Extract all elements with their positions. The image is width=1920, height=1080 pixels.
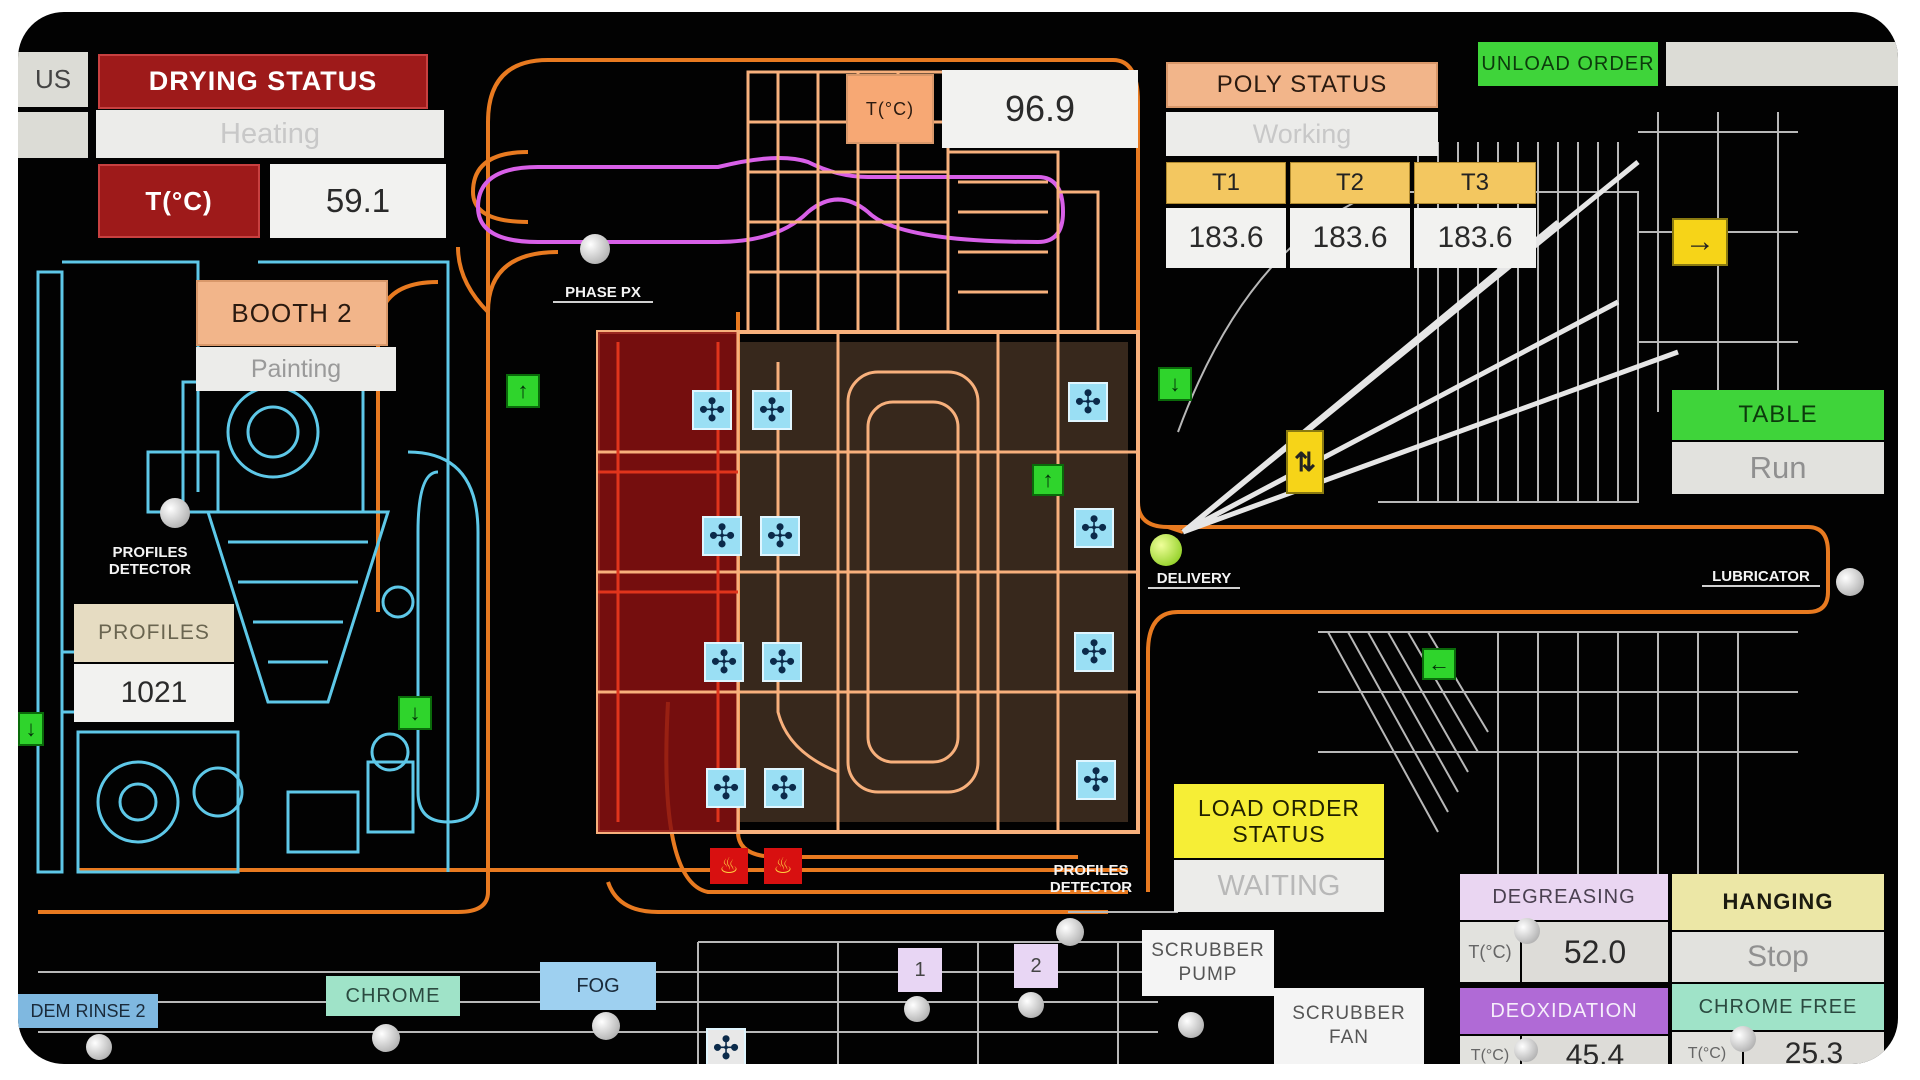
scrubber-pump-sensor[interactable] (1178, 1012, 1204, 1038)
chrome-label: CHROME (326, 976, 460, 1016)
flame-icon: ♨ (764, 848, 802, 884)
profiles-count: 1021 (74, 664, 234, 722)
poly-t3-value: 183.6 (1414, 208, 1536, 268)
load-order-value: WAITING (1174, 860, 1384, 912)
fog-sensor[interactable] (592, 1012, 620, 1040)
fan-icon[interactable]: ✣ (692, 390, 732, 430)
deoxidation-sensor[interactable] (1514, 1038, 1538, 1062)
fan-icon[interactable]: ✣ (1074, 508, 1114, 548)
poly-t1-label: T1 (1166, 162, 1286, 204)
arrow-right-icon[interactable]: → (1672, 218, 1728, 266)
deoxidation-header: DEOXIDATION (1460, 988, 1668, 1034)
delivery-sensor[interactable] (1150, 534, 1182, 566)
dem-rinse-label: DEM RINSE 2 (18, 994, 158, 1028)
unload-order-button[interactable]: UNLOAD ORDER (1478, 42, 1658, 86)
fan-icon[interactable]: ✣ (1074, 632, 1114, 672)
oven-structure (596, 70, 1140, 834)
oven-temp-value: 96.9 (942, 70, 1138, 148)
scrubber-fan-label: SCRUBBER FAN (1274, 988, 1424, 1064)
hanging-status-header: HANGING (1672, 874, 1884, 930)
booth-status-header: BOOTH 2 (196, 280, 388, 346)
fan-icon[interactable]: ✣ (760, 516, 800, 556)
drying-status-header: DRYING STATUS (98, 54, 428, 109)
rinse-sensor[interactable] (86, 1034, 112, 1060)
fan-icon[interactable]: ✣ (764, 768, 804, 808)
profiles-detector-2-text: PROFILES DETECTOR (1049, 862, 1133, 896)
arrow-down-icon[interactable]: ↓ (18, 712, 44, 746)
arrow-down-icon[interactable]: ↓ (398, 696, 432, 730)
fan-icon[interactable]: ✣ (706, 1028, 746, 1064)
unload-order-value (1666, 42, 1898, 86)
chrome-sensor[interactable] (372, 1024, 400, 1052)
fog-label: FOG (540, 962, 656, 1010)
profiles-detector-2-tag: PROFILES DETECTOR (1032, 862, 1150, 896)
fan-icon[interactable]: ✣ (706, 768, 746, 808)
phase-px-sensor[interactable] (580, 234, 610, 264)
flame-icon: ♨ (710, 848, 748, 884)
fan-icon[interactable]: ✣ (752, 390, 792, 430)
phase-px-tag: PHASE PX (553, 284, 653, 303)
arrow-updown-icon[interactable]: ⇅ (1286, 430, 1324, 494)
degreasing-temp-label: T(°C) (1460, 922, 1520, 982)
left-edge-blank (18, 112, 88, 158)
fan-icon[interactable]: ✣ (1076, 760, 1116, 800)
delivery-tag: DELIVERY (1148, 570, 1240, 589)
poly-t2-value: 183.6 (1290, 208, 1410, 268)
lubricator-tag: LUBRICATOR (1702, 568, 1820, 587)
table-status-value: Run (1672, 442, 1884, 494)
poly-t1-value: 183.6 (1166, 208, 1286, 268)
deoxidation-temp-value: 45.4 (1522, 1036, 1668, 1064)
arrow-left-icon[interactable]: ← (1422, 648, 1456, 680)
arrow-up-icon[interactable]: ↑ (506, 374, 540, 408)
fan-icon[interactable]: ✣ (702, 516, 742, 556)
hmi-screen: US DRYING STATUS Heating T(°C) 59.1 T(°C… (18, 12, 1898, 1064)
fan-icon[interactable]: ✣ (704, 642, 744, 682)
profiles-header: PROFILES (74, 604, 234, 662)
hanging-status-value: Stop (1672, 932, 1884, 982)
poly-status-header: POLY STATUS (1166, 62, 1438, 108)
stage-1-sensor[interactable] (904, 996, 930, 1022)
poly-t3-label: T3 (1414, 162, 1536, 204)
fan-icon[interactable]: ✣ (762, 642, 802, 682)
drying-temp-value: 59.1 (270, 164, 446, 238)
stage-1-label: 1 (898, 948, 942, 992)
profiles-detector-sensor[interactable] (160, 498, 190, 528)
arrow-up-icon[interactable]: ↑ (1032, 464, 1064, 496)
stage-2-label: 2 (1014, 944, 1058, 988)
degreasing-sensor[interactable] (1514, 918, 1540, 944)
profiles-detector-tag: PROFILES DETECTOR (80, 544, 220, 578)
booth-status-value: Painting (196, 347, 396, 391)
drying-status-partial: US (18, 52, 88, 107)
lubricator-sensor[interactable] (1836, 568, 1864, 596)
poly-t2-label: T2 (1290, 162, 1410, 204)
drying-temp-label: T(°C) (98, 164, 260, 238)
degreasing-temp-value: 52.0 (1522, 922, 1668, 982)
chrome-free-sensor[interactable] (1730, 1026, 1756, 1052)
stage-2-sensor[interactable] (1018, 992, 1044, 1018)
degreasing-header: DEGREASING (1460, 874, 1668, 920)
drying-status-value: Heating (96, 110, 444, 158)
load-order-header: LOAD ORDER STATUS (1174, 784, 1384, 858)
arrow-down-icon[interactable]: ↓ (1158, 367, 1192, 401)
table-status-header: TABLE (1672, 390, 1884, 440)
poly-status-value: Working (1166, 112, 1438, 156)
scrubber-pump-label: SCRUBBER PUMP (1142, 930, 1274, 996)
oven-temp-label: T(°C) (846, 74, 934, 144)
profiles-detector-2-sensor[interactable] (1056, 918, 1084, 946)
chrome-free-temp-value: 25.3 (1744, 1032, 1884, 1064)
fan-icon[interactable]: ✣ (1068, 382, 1108, 422)
profiles-detector-text: PROFILES DETECTOR (108, 544, 192, 578)
deoxidation-temp-label: T(°C) (1460, 1036, 1520, 1064)
chrome-free-header: CHROME FREE (1672, 984, 1884, 1030)
